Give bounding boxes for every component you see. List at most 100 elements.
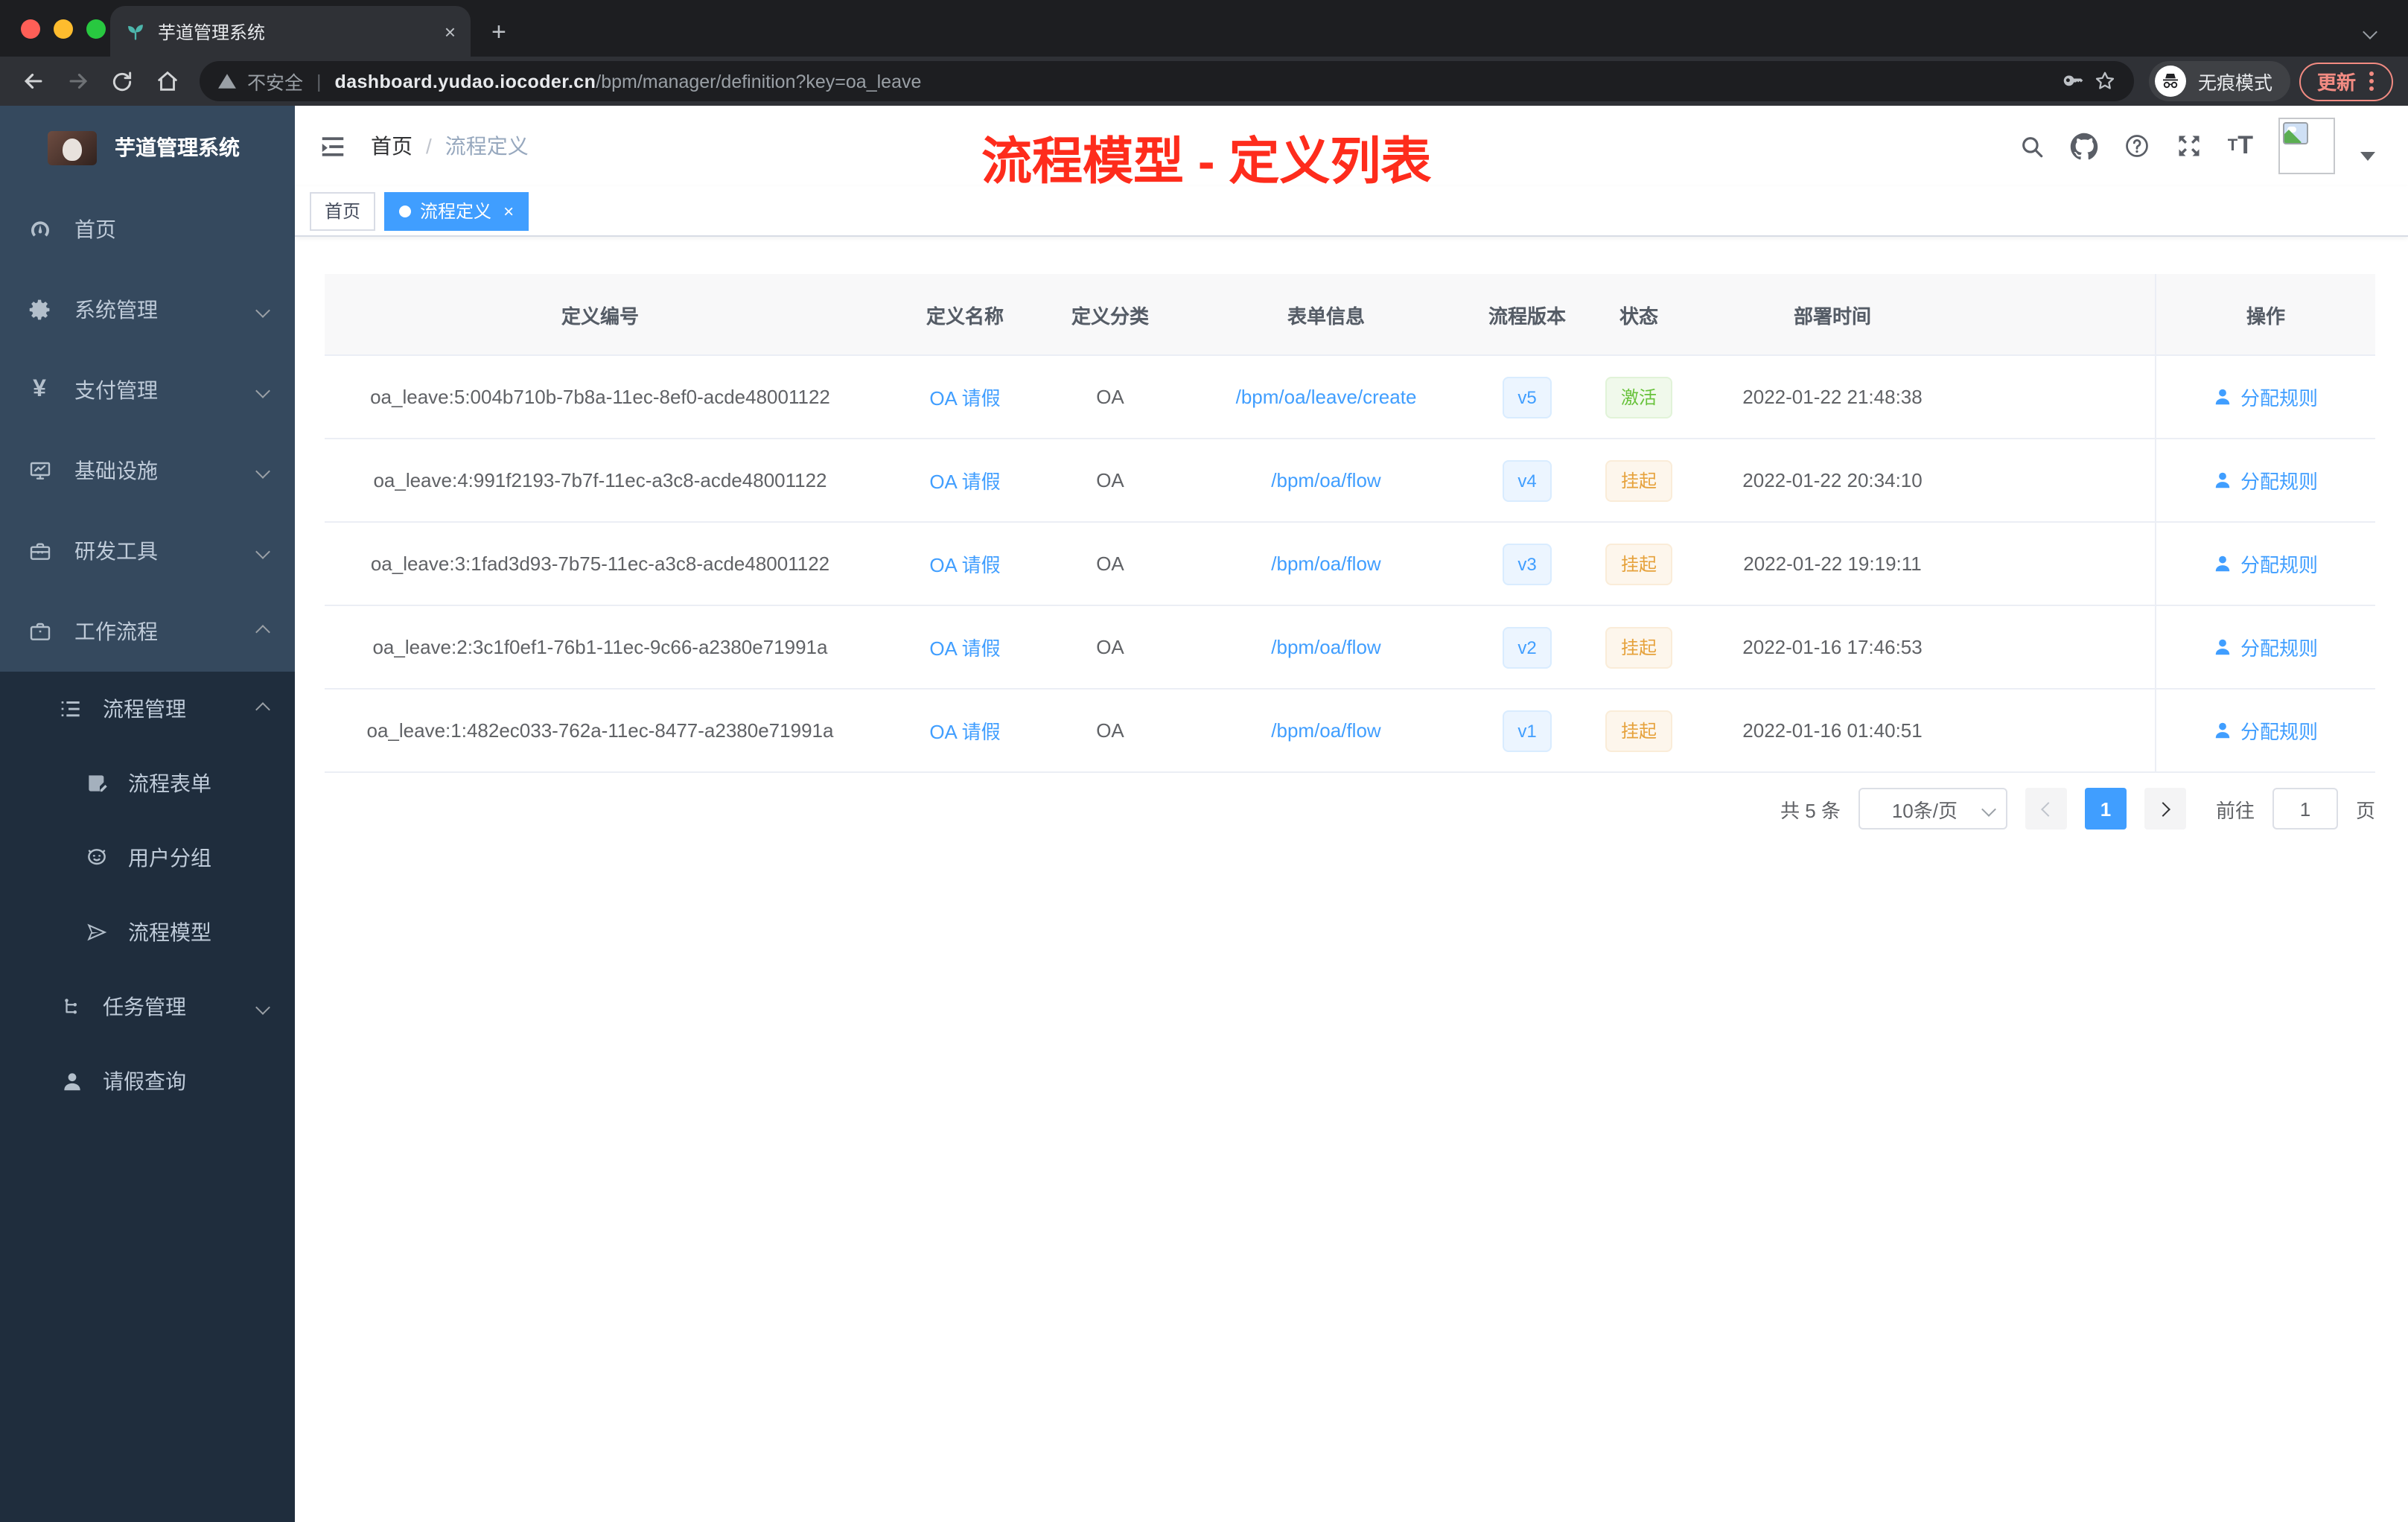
definition-name-link[interactable]: OA 请假 — [876, 633, 1054, 661]
chevron-up-icon — [255, 624, 270, 639]
form-link[interactable]: /bpm/oa/leave/create — [1166, 386, 1486, 408]
sidebar-item-label: 请假查询 — [103, 1069, 186, 1093]
sidebar-item-process-model[interactable]: 流程模型 — [0, 895, 295, 969]
assign-rule-action[interactable]: 分配规则 — [2155, 439, 2375, 521]
tab-search-chevron-icon[interactable] — [2363, 18, 2377, 45]
assign-rule-link[interactable]: 分配规则 — [2214, 716, 2318, 745]
fullscreen-icon[interactable] — [2176, 133, 2202, 159]
definition-id: oa_leave:3:1fad3d93-7b75-11ec-a3c8-acde4… — [370, 553, 830, 575]
deploy-time: 2022-01-22 19:19:11 — [1743, 553, 1922, 575]
current-page-button[interactable]: 1 — [2084, 788, 2127, 830]
sidebar-item-label: 首页 — [74, 217, 116, 241]
gear-icon — [27, 298, 52, 322]
form-link[interactable]: /bpm/oa/flow — [1166, 553, 1486, 575]
sidebar-item-label: 流程模型 — [128, 920, 211, 944]
browser-chrome: 芋道管理系统 × + 不安全 | dashboard.yudao.iocoder… — [0, 0, 2408, 106]
assign-rule-action[interactable]: 分配规则 — [2155, 356, 2375, 438]
definition-name-link[interactable]: OA 请假 — [876, 550, 1054, 578]
assign-rule-action[interactable]: 分配规则 — [2155, 523, 2375, 605]
github-icon[interactable] — [2070, 132, 2098, 160]
navbar-actions: TT — [2019, 118, 2375, 174]
sidebar-item-user-group[interactable]: 用户分组 — [0, 821, 295, 895]
sidebar-item-system[interactable]: 系统管理 — [0, 270, 295, 350]
toolbox-icon — [27, 539, 52, 563]
sidebar-item-process-form[interactable]: 流程表单 — [0, 746, 295, 821]
password-key-icon[interactable] — [2061, 70, 2083, 92]
font-size-icon[interactable]: TT — [2228, 131, 2253, 161]
browser-toolbar: 不安全 | dashboard.yudao.iocoder.cn/bpm/man… — [0, 57, 2408, 106]
page-annotation-title: 流程模型 - 定义列表 — [981, 134, 1432, 191]
reload-icon[interactable] — [104, 63, 140, 99]
browser-tab[interactable]: 芋道管理系统 × — [110, 6, 471, 57]
bookmark-star-icon[interactable] — [2094, 70, 2116, 92]
tag-process-definition[interactable]: 流程定义 × — [384, 191, 529, 230]
assign-rule-link[interactable]: 分配规则 — [2214, 466, 2318, 494]
sidebar-item-leave-query[interactable]: 请假查询 — [0, 1044, 295, 1118]
tags-view: 首页 流程定义 × — [295, 186, 2408, 237]
sidebar-item-label: 任务管理 — [103, 995, 186, 1019]
next-page-button[interactable] — [2144, 788, 2186, 830]
page-size-select[interactable]: 10条/页 — [1858, 788, 2007, 830]
browser-update-button[interactable]: 更新 — [2299, 62, 2393, 101]
sidebar-item-label: 用户分组 — [128, 846, 211, 870]
tag-home[interactable]: 首页 — [310, 191, 376, 230]
search-icon[interactable] — [2019, 133, 2045, 159]
assign-rule-action[interactable]: 分配规则 — [2155, 690, 2375, 771]
url-bar[interactable]: 不安全 | dashboard.yudao.iocoder.cn/bpm/man… — [200, 61, 2134, 101]
tag-close-icon[interactable]: × — [503, 200, 514, 221]
back-icon[interactable] — [15, 63, 51, 99]
sidebar-item-infrastructure[interactable]: 基础设施 — [0, 430, 295, 511]
home-icon[interactable] — [149, 63, 185, 99]
send-icon — [85, 920, 109, 944]
user-icon — [60, 1070, 83, 1092]
definition-id: oa_leave:5:004b710b-7b8a-11ec-8ef0-acde4… — [370, 386, 830, 408]
zoom-window-button[interactable] — [86, 19, 106, 39]
table-header-row: 定义编号 定义名称 定义分类 表单信息 流程版本 状态 部署时间 操作 — [325, 274, 2375, 356]
sidebar-item-workflow[interactable]: 工作流程 — [0, 591, 295, 672]
close-window-button[interactable] — [21, 19, 40, 39]
help-icon[interactable] — [2124, 133, 2150, 159]
definition-name-link[interactable]: OA 请假 — [876, 383, 1054, 411]
goto-label: 前往 — [2215, 799, 2255, 821]
column-header: 定义编号 — [561, 305, 639, 327]
incognito-label: 无痕模式 — [2197, 73, 2272, 94]
sidebar-item-label: 基础设施 — [74, 459, 158, 483]
goto-page-input[interactable] — [2272, 788, 2338, 830]
sidebar-item-payment[interactable]: ¥ 支付管理 — [0, 350, 295, 430]
tab-strip: 芋道管理系统 × + — [0, 0, 2408, 57]
status-tag: 挂起 — [1568, 626, 1710, 668]
assign-rule-link[interactable]: 分配规则 — [2214, 383, 2318, 411]
form-link[interactable]: /bpm/oa/flow — [1166, 719, 1486, 742]
navbar: 首页 / 流程定义 流程模型 - 定义列表 T T — [295, 106, 2408, 191]
user-avatar[interactable] — [2278, 118, 2335, 174]
definition-name-link[interactable]: OA 请假 — [876, 466, 1054, 494]
sidebar-item-home[interactable]: 首页 — [0, 189, 295, 270]
page-size-value: 10条/页 — [1891, 799, 1958, 821]
sidebar-item-process-management[interactable]: 流程管理 — [0, 672, 295, 746]
assign-rule-link[interactable]: 分配规则 — [2214, 550, 2318, 578]
chevron-down-icon — [255, 999, 270, 1014]
assign-rule-action[interactable]: 分配规则 — [2155, 606, 2375, 688]
sidebar-item-devtools[interactable]: 研发工具 — [0, 511, 295, 591]
tab-close-icon[interactable]: × — [445, 20, 456, 42]
assign-rule-link[interactable]: 分配规则 — [2214, 633, 2318, 661]
forward-icon[interactable] — [60, 63, 95, 99]
minimize-window-button[interactable] — [54, 19, 73, 39]
new-tab-button[interactable]: + — [491, 18, 506, 48]
definition-name-link[interactable]: OA 请假 — [876, 716, 1054, 745]
form-link[interactable]: /bpm/oa/flow — [1166, 469, 1486, 491]
version-tag: v1 — [1486, 710, 1568, 751]
prev-page-button[interactable] — [2025, 788, 2067, 830]
form-link[interactable]: /bpm/oa/flow — [1166, 636, 1486, 658]
url-host: dashboard.yudao.iocoder.cn — [334, 71, 596, 92]
definition-category: OA — [1096, 553, 1124, 575]
user-menu-caret-icon[interactable] — [2360, 152, 2375, 161]
sidebar-item-label: 系统管理 — [74, 298, 158, 322]
breadcrumb-home[interactable]: 首页 — [371, 131, 413, 161]
sidebar-item-task-management[interactable]: 任务管理 — [0, 969, 295, 1044]
people-icon — [85, 846, 109, 870]
monitor-icon — [27, 459, 52, 483]
hamburger-icon[interactable] — [319, 132, 347, 160]
url-text: dashboard.yudao.iocoder.cn/bpm/manager/d… — [335, 71, 922, 92]
browser-menu-icon[interactable] — [2369, 79, 2374, 83]
